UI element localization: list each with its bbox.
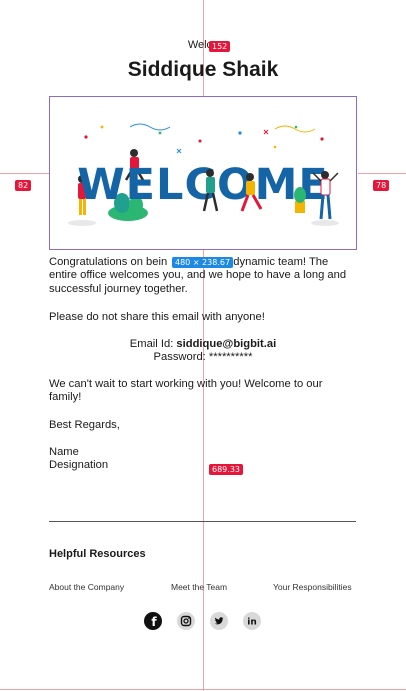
potted-plant [294, 187, 306, 213]
link-responsibilities[interactable]: Your Responsibilities [273, 582, 352, 592]
twitter-icon[interactable] [210, 612, 228, 630]
instagram-icon[interactable] [177, 612, 195, 630]
welcome-illustration: WELCOME [68, 123, 339, 226]
congrats-text-start: Congratulations on bein [49, 256, 168, 268]
email-label: Email Id: [129, 338, 177, 350]
link-meet-team[interactable]: Meet the Team [171, 582, 227, 592]
signature-designation: Designation [49, 459, 109, 471]
linkedin-icon[interactable]: in [243, 612, 261, 630]
regards-text: Best Regards, [49, 419, 120, 431]
closing-paragraph: We can't wait to start working with you!… [49, 378, 323, 404]
facebook-glyph: f [151, 615, 157, 629]
facebook-icon[interactable]: f [144, 612, 162, 630]
confetti-decoration [84, 123, 324, 154]
height-badge: 689.33 [209, 464, 243, 475]
link-about-company[interactable]: About the Company [49, 582, 124, 592]
warning-paragraph: Please do not share this email with anyo… [49, 311, 265, 323]
linkedin-glyph: in [247, 618, 257, 628]
password-value: ********** [208, 351, 253, 363]
password-label: Password: [153, 351, 209, 363]
horizontal-guide-right [358, 173, 406, 174]
password-line: Password: ********** [49, 351, 357, 364]
signature-name: Name [49, 446, 79, 458]
right-margin-badge: 78 [373, 180, 390, 191]
email-value[interactable]: siddique@bigbit.ai [176, 338, 276, 350]
helpful-resources-title: Helpful Resources [49, 548, 146, 560]
image-size-badge: 480 × 238.67 [172, 257, 234, 268]
left-margin-badge: 82 [15, 180, 32, 191]
banner-welcome-text: WELCOME [77, 160, 328, 210]
welcome-heading: Welco [187, 39, 219, 51]
horizontal-guide-left [0, 173, 49, 174]
top-margin-badge: 152 [209, 41, 231, 52]
welcome-banner-image: WELCOME [49, 96, 357, 250]
bottom-guide-line [0, 689, 406, 690]
email-line: Email Id: siddique@bigbit.ai [49, 338, 357, 351]
footer-divider [49, 521, 356, 522]
recipient-name: Siddique Shaik [127, 58, 279, 81]
